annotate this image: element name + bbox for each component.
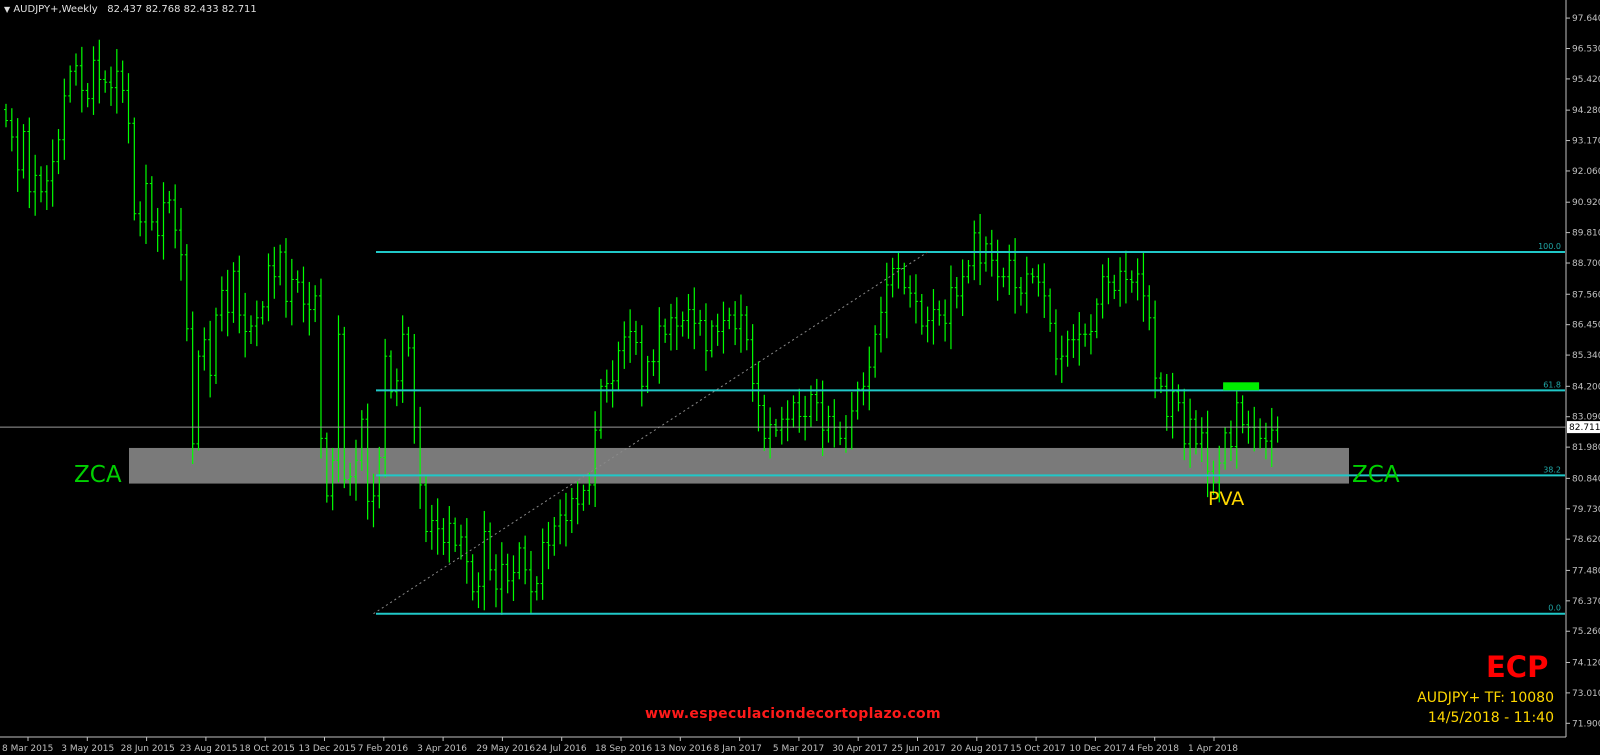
x-tick-label: 8 Jan 2017 [714,744,762,754]
x-tick-label: 10 Dec 2017 [1069,744,1127,754]
zca-zone [129,447,1349,484]
zca-label-right: ZCA [1352,462,1400,488]
y-tick-label: 73.010 [1572,689,1600,699]
x-tick-label: 30 Apr 2017 [832,744,888,754]
y-tick-label: 89.810 [1572,229,1600,239]
x-tick-label: 5 Mar 2017 [773,744,824,754]
x-tick-label: 3 May 2015 [61,744,114,754]
chart-header: ▼ AUDJPY+,Weekly 82.437 82.768 82.433 82… [4,4,257,15]
y-tick-label: 81.980 [1572,443,1600,453]
zca-zone-group [129,447,1349,484]
x-tick-label: 18 Oct 2015 [239,744,295,754]
fib-level-label: 0.0 [1548,604,1561,613]
y-tick-label: 93.170 [1572,137,1600,147]
fib-level-label: 61.8 [1543,380,1561,389]
y-tick-label: 71.900 [1572,719,1600,729]
y-tick-label: 96.530 [1572,44,1600,54]
y-tick-label: 87.560 [1572,290,1600,300]
y-tick-label: 94.280 [1572,106,1600,116]
x-tick-label: 3 Apr 2016 [417,744,467,754]
x-tick-label: 8 Mar 2015 [2,744,53,754]
x-tick-label: 18 Sep 2016 [595,744,652,754]
info-symbol-tf: AUDJPY+ TF: 10080 [1417,690,1554,706]
x-tick-label: 23 Aug 2015 [180,744,238,754]
x-tick-label: 13 Dec 2015 [299,744,357,754]
current-price-label: 82.711 [1569,423,1600,433]
x-tick-label: 28 Jun 2015 [121,744,175,754]
y-tick-label: 76.370 [1572,597,1600,607]
zca-label-left: ZCA [74,462,122,488]
y-tick-label: 84.200 [1572,382,1600,392]
x-tick-label: 20 Aug 2017 [951,744,1009,754]
y-tick-label: 74.120 [1572,658,1600,668]
x-tick-label: 15 Oct 2017 [1010,744,1066,754]
y-tick-label: 85.340 [1572,351,1600,361]
website-watermark: www.especulaciondecortoplazo.com [645,706,941,722]
pva-label: PVA [1208,488,1245,510]
menu-arrow-icon[interactable]: ▼ [4,5,10,14]
brand-logo: ECP [1486,650,1549,684]
y-tick-label: 80.840 [1572,474,1600,484]
x-tick-label: 25 Jun 2017 [892,744,946,754]
x-tick-label: 4 Feb 2018 [1129,744,1180,754]
fib-level-label: 38.2 [1543,465,1561,474]
y-tick-label: 75.260 [1572,627,1600,637]
y-tick-label: 79.730 [1572,505,1600,515]
y-tick-label: 86.450 [1572,321,1600,331]
y-tick-label: 90.920 [1572,198,1600,208]
x-tick-label: 24 Jul 2016 [536,744,587,754]
y-tick-label: 95.420 [1572,75,1600,85]
y-tick-label: 77.480 [1572,566,1600,576]
x-tick-label: 7 Feb 2016 [358,744,409,754]
ohlc-readout: 82.437 82.768 82.433 82.711 [107,4,257,15]
symbol-timeframe: AUDJPY+,Weekly [13,4,98,15]
price-chart[interactable]: 100.0 61.8 38.2 0.0 97.640 96.530 95.420 94.28… [0,0,1600,755]
y-tick-label: 97.640 [1572,14,1600,24]
x-tick-label: 29 May 2016 [476,744,535,754]
y-tick-label: 88.700 [1572,259,1600,269]
info-datetime: 14/5/2018 - 11:40 [1427,710,1554,726]
target-marker[interactable] [1223,382,1260,391]
x-tick-label: 1 Apr 2018 [1188,744,1238,754]
y-tick-label: 92.060 [1572,167,1600,177]
x-tick-label: 13 Nov 2016 [654,744,712,754]
fib-level-label: 100.0 [1538,242,1561,251]
y-tick-label: 78.620 [1572,535,1600,545]
chart-background [0,0,1600,755]
